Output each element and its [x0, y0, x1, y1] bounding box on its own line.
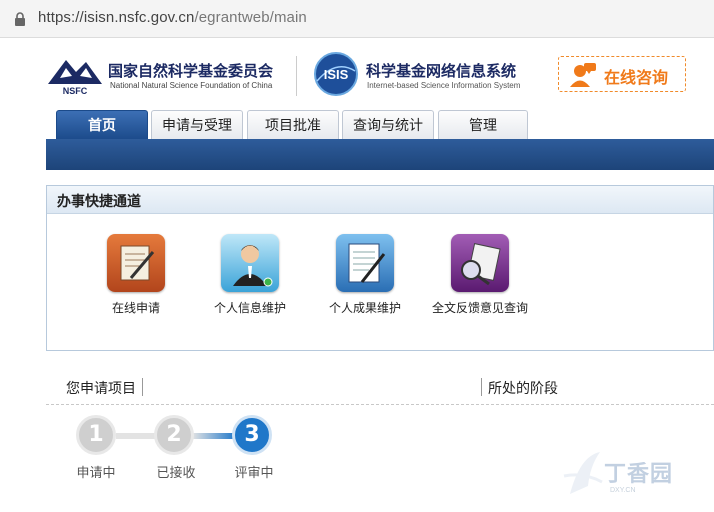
stage-step-3: 3: [232, 415, 272, 455]
consult-label: 在线咨询: [604, 68, 669, 87]
online-application-icon: [107, 234, 165, 292]
quick-item-label: 在线申请: [111, 301, 160, 315]
online-consult-button[interactable]: 在线咨询: [558, 56, 686, 92]
isis-name-cn: 科学基金网络信息系统: [366, 62, 517, 80]
achievement-icon: [336, 234, 394, 292]
header-divider: [296, 56, 297, 96]
project-name-box: [142, 378, 482, 396]
nsfc-name-cn: 国家自然科学基金委员会: [108, 62, 274, 80]
project-suffix: 所处的阶段: [488, 381, 558, 397]
quick-item-personal-info[interactable]: 个人信息维护: [185, 234, 315, 316]
tab-apply[interactable]: 申请与受理: [151, 110, 243, 140]
stage-label-1: 申请中: [76, 466, 116, 481]
site-header: NSFC 国家自然科学基金委员会 National Natural Scienc…: [0, 38, 714, 110]
quick-item-achievement[interactable]: 个人成果维护: [300, 234, 430, 316]
quick-item-label: 个人信息维护: [213, 301, 286, 315]
url-text[interactable]: https://isisn.nsfc.gov.cn/egrantweb/main: [38, 9, 307, 26]
watermark-sub: DXY.CN: [610, 487, 636, 494]
panel-title: 办事快捷通道: [57, 194, 141, 210]
stage-connector: [192, 433, 236, 439]
isis-logo[interactable]: ISIS: [313, 51, 359, 97]
quick-item-online-application[interactable]: 在线申请: [71, 234, 201, 316]
stage-label-3: 评审中: [234, 466, 274, 481]
isis-logo-text: ISIS: [324, 67, 349, 82]
tab-approval[interactable]: 项目批准: [247, 110, 339, 140]
nav-bar: [46, 139, 714, 170]
watermark-text: 丁香园: [604, 462, 674, 487]
tab-query[interactable]: 查询与统计: [342, 110, 434, 140]
quick-item-label: 个人成果维护: [328, 301, 401, 315]
panel-header: 办事快捷通道: [47, 186, 713, 214]
main-tabs: 首页 申请与受理 项目批准 查询与统计 管理: [0, 110, 714, 140]
stage-step-1: 1: [76, 415, 116, 455]
quick-item-feedback-query[interactable]: 全文反馈意见查询: [415, 234, 545, 316]
nsfc-logo[interactable]: NSFC: [46, 54, 104, 96]
nsfc-name-en: National Natural Science Foundation of C…: [110, 81, 273, 90]
url-path: /egrantweb/main: [194, 9, 307, 26]
project-prefix: 您申请项目: [66, 381, 136, 397]
chat-person-icon: [570, 63, 596, 87]
quick-item-label: 全文反馈意见查询: [431, 301, 528, 315]
browser-url-bar[interactable]: https://isisn.nsfc.gov.cn/egrantweb/main: [0, 0, 714, 38]
lock-icon: [15, 12, 25, 26]
stage-step-2: 2: [154, 415, 194, 455]
isis-name-en: Internet-based Science Information Syste…: [367, 81, 521, 90]
stage-label-2: 已接收: [156, 466, 196, 481]
tab-home[interactable]: 首页: [56, 110, 148, 140]
quick-channel-panel: 办事快捷通道 在线申请 个人信息维护 个人成果维护 全文反馈意见查询: [46, 185, 714, 351]
nsfc-logo-text: NSFC: [63, 86, 88, 96]
url-host: https://isisn.nsfc.gov.cn: [38, 9, 195, 26]
tab-manage[interactable]: 管理: [438, 110, 528, 140]
dashed-divider: [46, 404, 714, 405]
feedback-query-icon: [451, 234, 509, 292]
personal-info-icon: [221, 234, 279, 292]
